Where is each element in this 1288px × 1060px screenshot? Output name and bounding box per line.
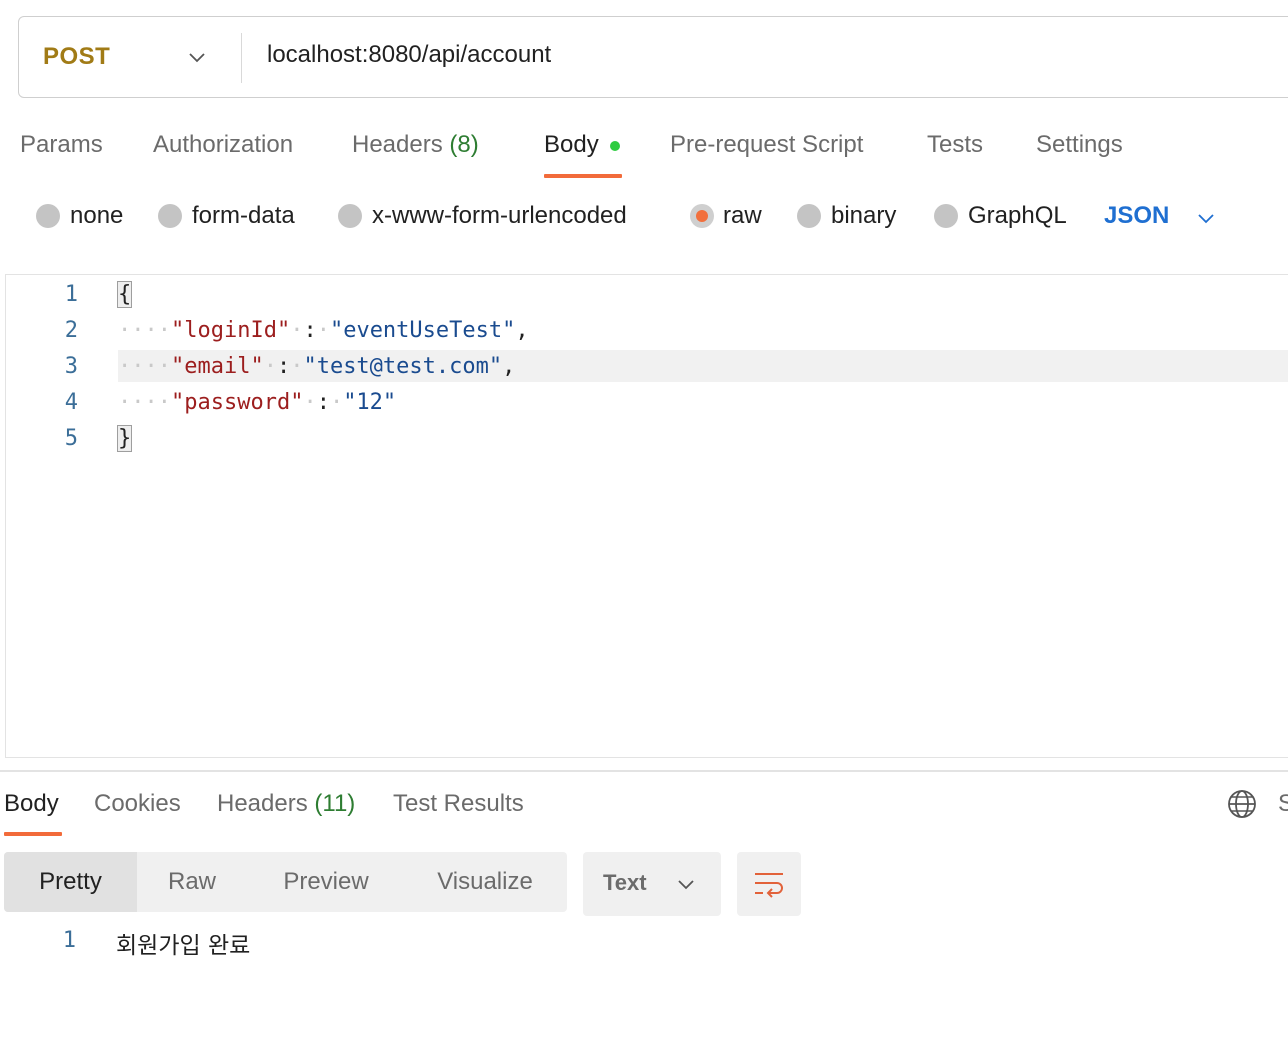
line-number: 2 [64, 318, 78, 343]
radio-none-label[interactable]: none [70, 202, 123, 230]
tab-tests[interactable]: Tests [927, 131, 983, 159]
response-headers-count-badge: (11) [314, 790, 356, 817]
url-bar: POST localhost:8080/api/account [18, 16, 1288, 98]
code-line: ····"email"·:·"test@test.com", [118, 354, 516, 379]
close-brace: } [116, 425, 133, 452]
tab-headers[interactable]: Headers (8) [352, 131, 479, 159]
radio-raw-label[interactable]: raw [723, 202, 762, 230]
code-line: } [116, 424, 133, 454]
chevron-down-icon[interactable] [676, 874, 696, 894]
response-tab-cookies[interactable]: Cookies [94, 790, 181, 818]
active-tab-indicator [544, 174, 622, 178]
radio-graphql-label[interactable]: GraphQL [968, 202, 1067, 230]
line-number: 4 [64, 390, 78, 415]
view-raw-button[interactable]: Raw [137, 852, 247, 912]
radio-graphql[interactable] [934, 204, 958, 228]
url-divider [241, 33, 242, 83]
response-line-number: 1 [62, 928, 76, 953]
globe-icon[interactable] [1226, 788, 1258, 820]
response-tab-headers-label: Headers [217, 790, 308, 817]
json-key: "password" [170, 390, 304, 415]
line-number: 5 [64, 426, 78, 451]
json-value: "test@test.com" [303, 354, 503, 379]
url-input[interactable]: localhost:8080/api/account [267, 41, 551, 69]
method-selector[interactable]: POST [43, 43, 110, 71]
json-comma: , [502, 354, 516, 379]
radio-raw[interactable] [690, 204, 714, 228]
tab-body[interactable]: Body [544, 131, 599, 159]
chevron-down-icon[interactable] [1196, 208, 1216, 228]
radio-urlencoded-label[interactable]: x-www-form-urlencoded [372, 202, 627, 230]
line-number: 1 [64, 282, 78, 307]
response-tab-body[interactable]: Body [4, 790, 59, 818]
line-number: 3 [64, 354, 78, 379]
radio-form-data[interactable] [158, 204, 182, 228]
view-visualize-button[interactable]: Visualize [410, 852, 560, 912]
radio-urlencoded[interactable] [338, 204, 362, 228]
chevron-down-icon[interactable] [187, 47, 207, 67]
code-line: { [116, 280, 133, 310]
headers-count-badge: (8) [449, 131, 479, 158]
code-line: ····"password"·:·"12" [118, 390, 397, 415]
response-body-text: 회원가입 완료 [116, 933, 251, 959]
response-tab-test-results[interactable]: Test Results [393, 790, 524, 818]
body-modified-dot [610, 141, 620, 151]
response-tab-headers[interactable]: Headers (11) [217, 790, 355, 818]
status-text-cut: S [1278, 790, 1288, 817]
tab-authorization[interactable]: Authorization [153, 131, 293, 159]
radio-binary[interactable] [797, 204, 821, 228]
tab-prerequest-script[interactable]: Pre-request Script [670, 131, 863, 159]
pane-divider[interactable] [0, 770, 1288, 772]
open-brace: { [116, 281, 133, 308]
view-pretty-button[interactable]: Pretty [4, 852, 137, 912]
json-key: "email" [170, 354, 264, 379]
active-tab-indicator [4, 832, 62, 836]
radio-form-data-label[interactable]: form-data [192, 202, 295, 230]
body-editor[interactable] [5, 274, 1288, 758]
code-line: ····"loginId"·:·"eventUseTest", [118, 318, 529, 343]
view-preview-button[interactable]: Preview [256, 852, 396, 912]
format-dropdown[interactable]: JSON [1104, 202, 1169, 230]
tab-settings[interactable]: Settings [1036, 131, 1123, 159]
radio-none[interactable] [36, 204, 60, 228]
json-value: "eventUseTest" [329, 318, 516, 343]
json-comma: , [515, 318, 529, 343]
response-format-label[interactable]: Text [603, 870, 647, 896]
tab-params[interactable]: Params [20, 131, 103, 159]
tab-headers-label: Headers [352, 131, 443, 158]
json-value: "12" [343, 390, 397, 415]
radio-binary-label[interactable]: binary [831, 202, 896, 230]
json-key: "loginId" [170, 318, 291, 343]
wrap-lines-icon[interactable] [753, 868, 785, 900]
